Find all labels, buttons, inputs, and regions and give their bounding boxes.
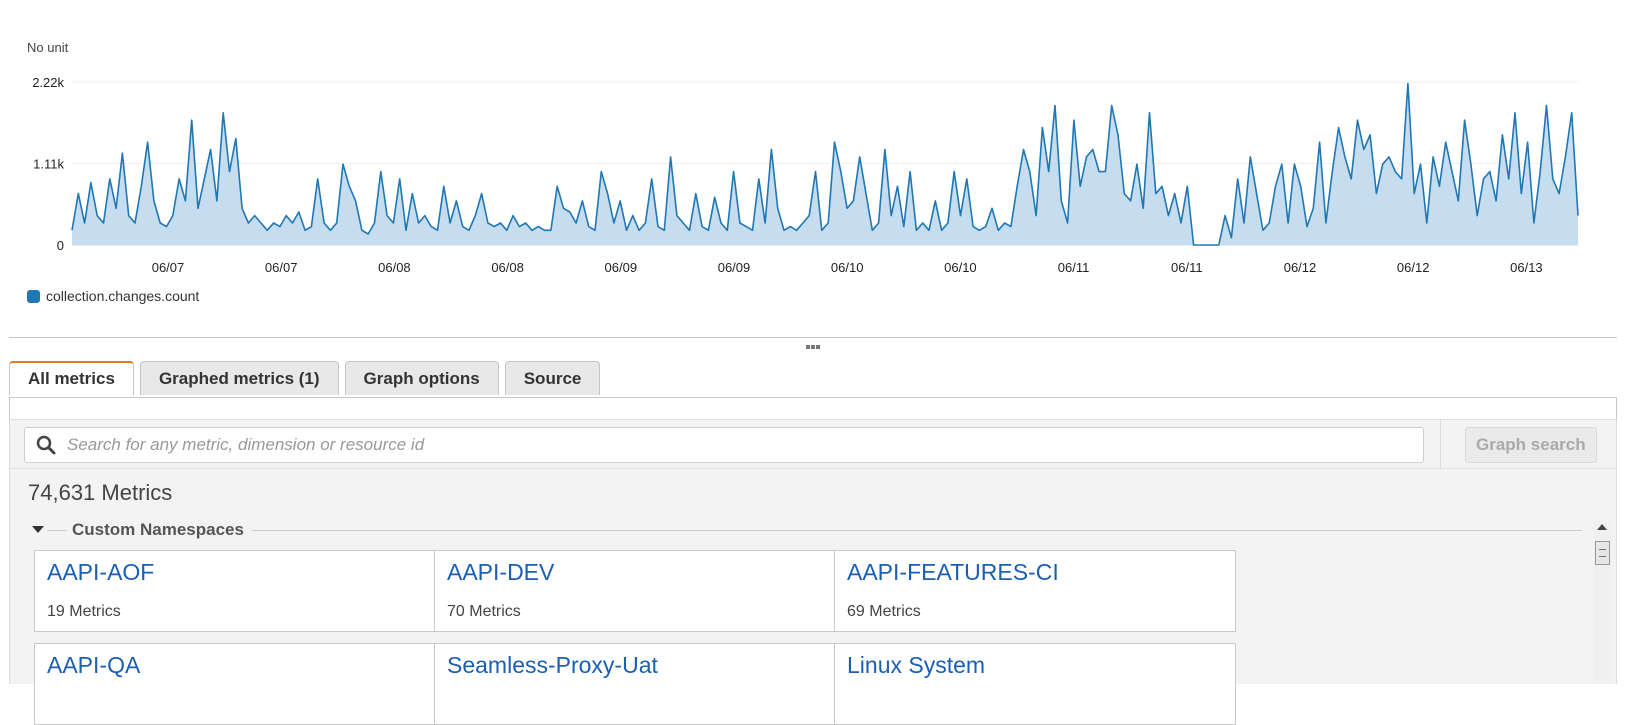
metric-chart: No unit 0 1.11k 2.22k 06/07 06/07 06/08 06/08…: [0, 0, 1626, 340]
graph-search-button[interactable]: Graph search: [1465, 427, 1597, 463]
caret-down-icon[interactable]: [32, 526, 44, 533]
divider: [47, 530, 67, 531]
x-tick-label: 06/08: [378, 260, 411, 275]
tab-graphed-metrics[interactable]: Graphed metrics (1): [139, 361, 339, 395]
namespace-metric-count: 70 Metrics: [447, 603, 521, 620]
namespace-name[interactable]: Linux System: [847, 652, 985, 679]
namespace-section-title: Custom Namespaces: [72, 520, 250, 540]
x-tick-label: 06/12: [1397, 260, 1430, 275]
x-tick-label: 06/09: [605, 260, 638, 275]
tab-bar: All metrics Graphed metrics (1) Graph op…: [9, 361, 601, 397]
x-tick-label: 06/13: [1510, 260, 1543, 275]
y-tick-label: 2.22k: [32, 75, 64, 90]
x-tick-label: 06/07: [152, 260, 185, 275]
search-icon: [36, 435, 56, 455]
chart-svg: 0 1.11k 2.22k 06/07 06/07 06/08 06/08 06/09 06/…: [32, 75, 1579, 275]
x-tick-label: 06/11: [1058, 260, 1090, 275]
namespace-name[interactable]: AAPI-FEATURES-CI: [847, 559, 1059, 586]
tab-graph-options[interactable]: Graph options: [344, 361, 499, 395]
resize-handle[interactable]: [806, 345, 820, 349]
namespace-metric-count: 69 Metrics: [847, 603, 921, 620]
scroll-up-arrow-icon[interactable]: [1597, 524, 1607, 530]
namespace-card[interactable]: AAPI-QA: [34, 643, 436, 725]
namespace-card[interactable]: Linux System: [834, 643, 1236, 725]
panel-divider: [9, 337, 1617, 338]
namespace-card[interactable]: AAPI-AOF 19 Metrics: [34, 550, 436, 632]
namespace-name[interactable]: AAPI-DEV: [447, 559, 554, 586]
x-tick-label: 06/12: [1284, 260, 1317, 275]
legend-label: collection.changes.count: [46, 288, 200, 304]
y-tick-label: 1.11k: [33, 157, 64, 172]
search-separator: [1440, 420, 1441, 468]
scroll-thumb[interactable]: [1595, 541, 1610, 565]
legend-swatch: [27, 289, 40, 303]
x-tick-label: 06/08: [491, 260, 524, 275]
tab-panel-header: [9, 397, 1617, 419]
search-row: Graph search: [10, 420, 1616, 469]
namespace-metric-count: 19 Metrics: [47, 603, 121, 620]
namespace-card[interactable]: AAPI-DEV 70 Metrics: [434, 550, 836, 632]
namespace-name[interactable]: Seamless-Proxy-Uat: [447, 652, 658, 679]
x-tick-label: 06/09: [718, 260, 751, 275]
x-tick-label: 06/07: [265, 260, 298, 275]
y-tick-label: 0: [57, 238, 64, 253]
namespace-name[interactable]: AAPI-AOF: [47, 559, 154, 586]
namespace-card[interactable]: Seamless-Proxy-Uat: [434, 643, 836, 725]
tab-all-metrics[interactable]: All metrics: [9, 361, 134, 395]
divider: [252, 530, 1582, 531]
chart-legend[interactable]: collection.changes.count: [27, 288, 199, 304]
x-tick-label: 06/11: [1171, 260, 1203, 275]
namespace-section-header[interactable]: Custom Namespaces: [32, 520, 1582, 540]
all-metrics-panel: Graph search 74,631 Metrics Custom Names…: [9, 419, 1617, 725]
vertical-scrollbar[interactable]: [1594, 521, 1612, 684]
search-input[interactable]: [65, 434, 1423, 456]
metrics-count: 74,631 Metrics: [28, 480, 173, 505]
x-tick-label: 06/10: [944, 260, 977, 275]
tab-source[interactable]: Source: [504, 361, 601, 395]
x-tick-label: 06/10: [831, 260, 864, 275]
search-box[interactable]: [24, 427, 1424, 463]
namespace-card[interactable]: AAPI-FEATURES-CI 69 Metrics: [834, 550, 1236, 632]
namespace-name[interactable]: AAPI-QA: [47, 652, 140, 679]
